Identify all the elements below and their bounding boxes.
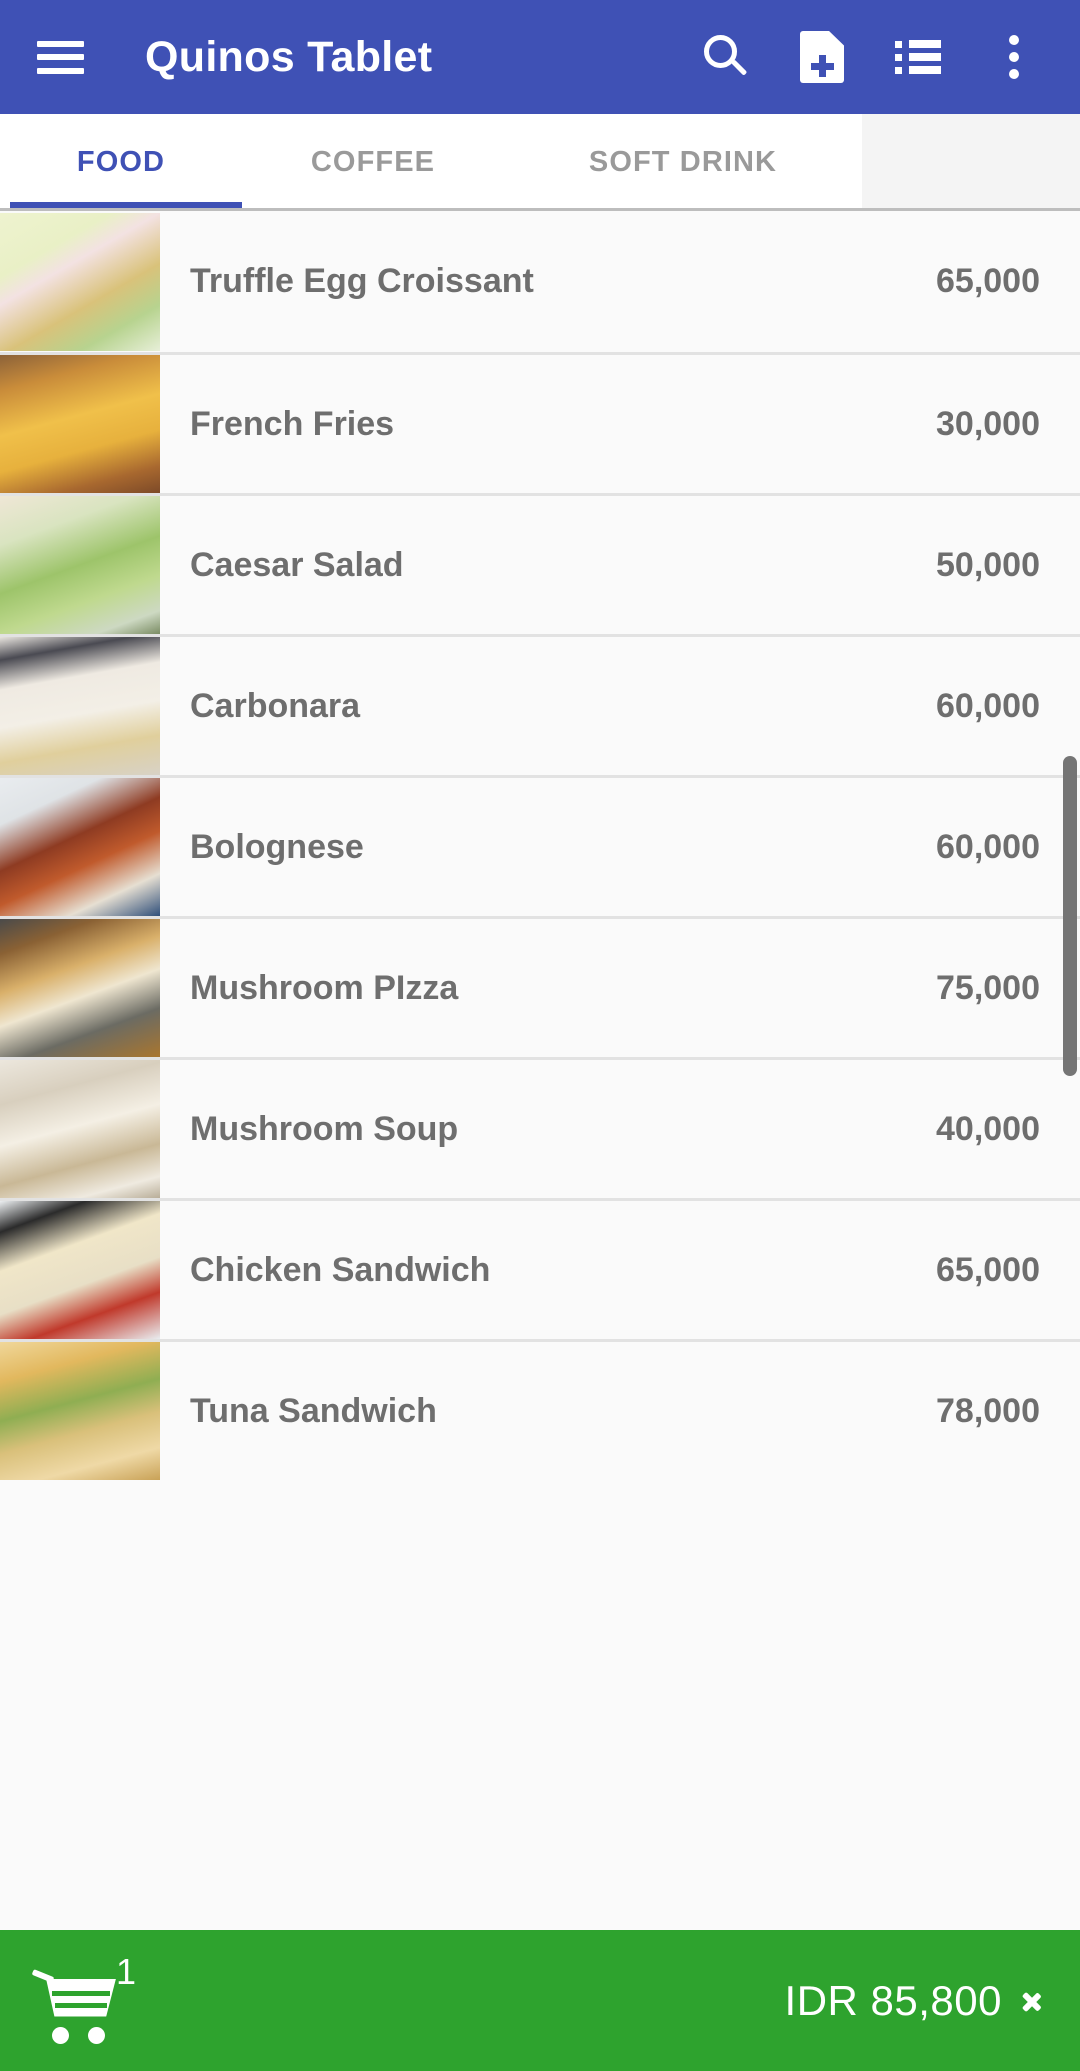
note-add-icon (800, 31, 844, 83)
menu-item-name: Truffle Egg Croissant (190, 262, 534, 300)
menu-item-row[interactable]: Mushroom Soup 40,000 (0, 1057, 1080, 1198)
menu-item-price: 78,000 (936, 1391, 1040, 1430)
menu-item-thumbnail (0, 1201, 160, 1339)
menu-item-name: Mushroom PIzza (190, 968, 459, 1007)
menu-item-price: 60,000 (936, 686, 1040, 725)
hamburger-menu-button[interactable] (12, 0, 108, 114)
order-list-button[interactable] (870, 0, 966, 114)
menu-item-row[interactable]: Caesar Salad 50,000 (0, 493, 1080, 634)
app-title: Quinos Tablet (145, 32, 433, 81)
menu-item-price: 50,000 (936, 545, 1040, 584)
tab-soft-drink[interactable]: SOFT DRINK (504, 114, 862, 210)
menu-item-name: French Fries (190, 404, 395, 443)
menu-item-thumbnail (0, 496, 160, 634)
menu-item-row[interactable]: Truffle Egg Croissant 65,000 (0, 211, 1080, 352)
menu-item-price: 60,000 (936, 827, 1040, 866)
cart-bar[interactable]: 1 IDR 85,800 (0, 1930, 1080, 2071)
menu-item-row[interactable]: Tuna Sandwich 78,000 (0, 1339, 1080, 1480)
menu-item-row[interactable]: Carbonara 60,000 (0, 634, 1080, 775)
menu-item-name: Mushroom Soup (190, 1109, 459, 1148)
menu-item-thumbnail (0, 355, 160, 493)
cart-icon-group[interactable]: 1 (30, 1951, 160, 2051)
app-bar-actions (678, 0, 1080, 114)
menu-item-name: Carbonara (190, 686, 361, 725)
search-icon (704, 35, 748, 79)
menu-item-row[interactable]: Mushroom PIzza 75,000 (0, 916, 1080, 1057)
menu-item-thumbnail (0, 212, 160, 351)
app-bar: Quinos Tablet (0, 0, 1080, 114)
menu-item-thumbnail (0, 919, 160, 1057)
tab-coffee[interactable]: COFFEE (242, 114, 504, 210)
app-root: Quinos Tablet FOOD COFFEE SOFT DRINK Tru… (0, 0, 1080, 2071)
menu-item-name: Caesar Salad (190, 545, 404, 584)
menu-item-price: 40,000 (936, 1109, 1040, 1148)
menu-item-name: Tuna Sandwich (190, 1391, 437, 1430)
tab-strip: FOOD COFFEE SOFT DRINK (0, 114, 862, 210)
menu-item-row[interactable]: Chicken Sandwich 65,000 (0, 1198, 1080, 1339)
menu-item-thumbnail (0, 778, 160, 916)
menu-item-name: Chicken Sandwich (190, 1250, 491, 1289)
menu-item-price: 65,000 (936, 1250, 1040, 1289)
menu-item-thumbnail (0, 1342, 160, 1480)
chevron-right-icon (1024, 1984, 1042, 2018)
menu-item-row[interactable]: French Fries 30,000 (0, 352, 1080, 493)
menu-item-thumbnail (0, 1060, 160, 1198)
search-button[interactable] (678, 0, 774, 114)
tab-food[interactable]: FOOD (0, 114, 242, 210)
overflow-menu-button[interactable] (966, 0, 1062, 114)
cart-total-amount: IDR 85,800 (784, 1976, 1002, 2024)
menu-item-price: 65,000 (936, 262, 1040, 300)
menu-item-thumbnail (0, 637, 160, 775)
cart-total-group[interactable]: IDR 85,800 (785, 1977, 1080, 2025)
hamburger-menu-icon (36, 40, 84, 74)
list-scrollbar-thumb[interactable] (1063, 756, 1077, 1076)
note-add-button[interactable] (774, 0, 870, 114)
shopping-cart-icon (30, 1968, 120, 2045)
cart-item-count-badge: 1 (116, 1950, 137, 1992)
overflow-menu-icon (1009, 35, 1019, 79)
menu-item-row[interactable]: Bolognese 60,000 (0, 775, 1080, 916)
menu-item-list[interactable]: Truffle Egg Croissant 65,000 French Frie… (0, 211, 1080, 1930)
tab-bar: FOOD COFFEE SOFT DRINK (0, 114, 1080, 211)
menu-item-price: 75,000 (936, 968, 1040, 1007)
menu-item-price: 30,000 (936, 404, 1040, 443)
menu-item-name: Bolognese (190, 827, 364, 866)
list-icon (895, 40, 941, 74)
